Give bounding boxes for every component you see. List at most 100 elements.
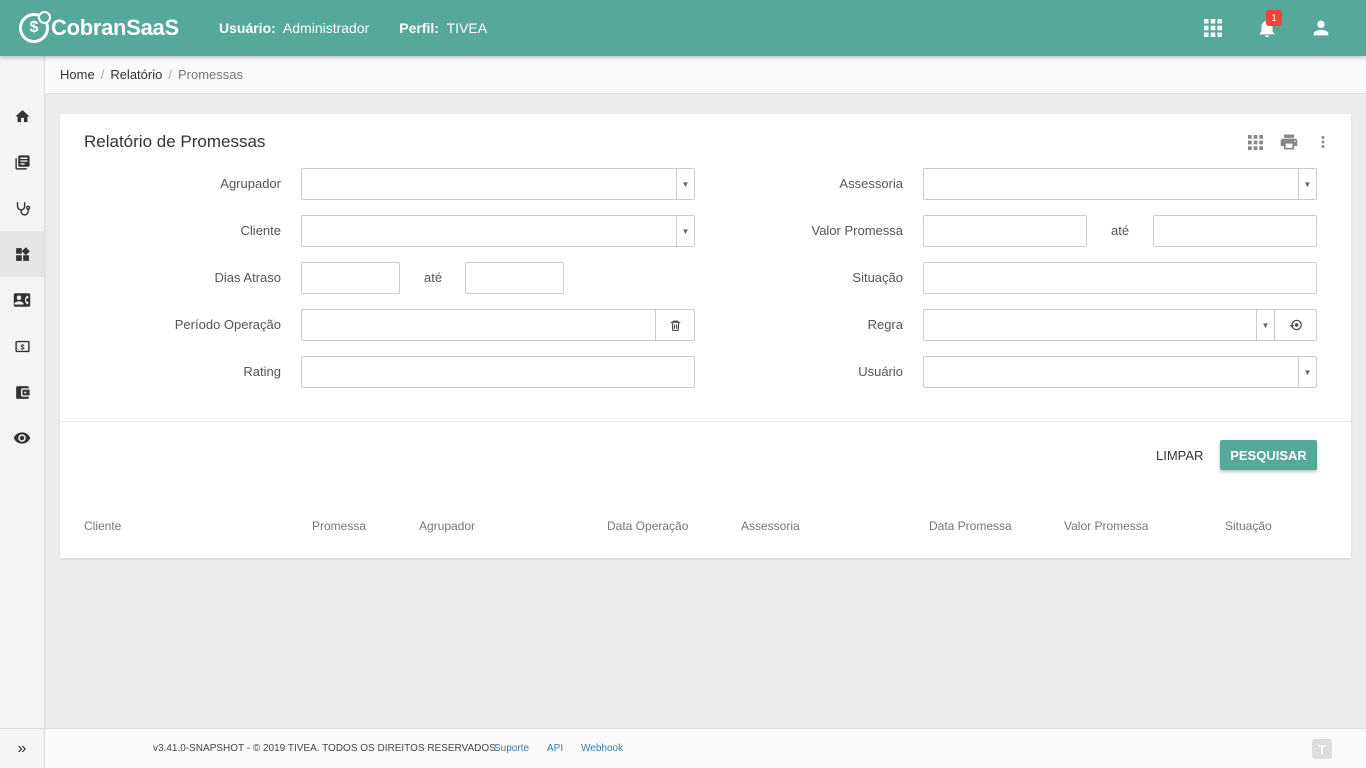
profile-value: TIVEA (446, 20, 488, 36)
situacao-label: Situação (852, 270, 903, 285)
double-chevron-right-icon: » (17, 739, 27, 757)
notification-badge: 1 (1266, 10, 1282, 26)
periodo-operacao-label: Período Operação (174, 317, 281, 332)
dashboard-widgets-icon (15, 246, 30, 261)
assessoria-select[interactable]: ▼ (923, 168, 1317, 200)
sidebar-expand-button[interactable]: » (0, 728, 44, 768)
brand-name: CobranSaaS (51, 15, 179, 40)
eye-icon (13, 432, 31, 444)
sidebar-item-library[interactable] (0, 139, 44, 185)
user-icon (1313, 20, 1329, 36)
periodo-operacao-input[interactable] (301, 309, 695, 341)
brand[interactable]: $ CobranSaaS (19, 11, 219, 43)
column-header-cliente[interactable]: Cliente (84, 519, 121, 533)
sidebar-item-home[interactable] (0, 93, 44, 139)
grid-icon (1247, 134, 1263, 150)
report-card: Relatório de Promessas Agrupador ▼ Clien… (60, 114, 1351, 558)
sidebar-item-wallet[interactable] (0, 369, 44, 415)
brand-logo-icon: $ (19, 11, 51, 43)
assessoria-label: Assessoria (839, 176, 903, 191)
dias-atraso-from-input[interactable] (301, 262, 400, 294)
footer-link-webhook[interactable]: Webhook (581, 743, 623, 754)
money-icon: $ (14, 340, 30, 352)
footer: v3.41.0-SNAPSHOT - © 2019 TIVEA. TODOS O… (45, 728, 1366, 768)
profile-info: Perfil: TIVEA (399, 20, 487, 36)
library-books-icon (14, 154, 30, 170)
chevron-down-icon: ▼ (676, 216, 694, 246)
footer-link-api[interactable]: API (547, 743, 563, 754)
clear-button[interactable]: LIMPAR (1148, 440, 1211, 470)
user-value: Administrador (282, 20, 370, 36)
wallet-icon (15, 385, 30, 399)
history-icon (1289, 319, 1302, 331)
sidebar-item-billing[interactable]: $ (0, 323, 44, 369)
card-actions (1243, 130, 1335, 154)
footer-logo-icon: T (1312, 739, 1332, 759)
valor-promessa-to-input[interactable] (1153, 215, 1317, 247)
regra-action-button[interactable] (1274, 310, 1316, 340)
top-bar: $ CobranSaaS Usuário: Administrador Perf… (0, 0, 1366, 56)
chevron-down-icon: ▼ (1256, 310, 1274, 340)
valor-promessa-from-input[interactable] (923, 215, 1087, 247)
stethoscope-icon (16, 201, 30, 216)
more-options-button[interactable] (1311, 130, 1335, 154)
sidebar-item-dashboard[interactable] (0, 231, 44, 277)
valor-promessa-label: Valor Promessa (811, 223, 903, 238)
print-icon (1280, 134, 1298, 150)
rating-input[interactable] (301, 356, 695, 388)
apps-button[interactable] (1186, 8, 1240, 48)
sidebar: $ » (0, 56, 45, 768)
trash-icon (670, 320, 680, 331)
breadcrumb-relatorio[interactable]: Relatório (110, 67, 162, 82)
column-header-agrupador[interactable]: Agrupador (419, 519, 475, 533)
top-actions: 1 (1186, 8, 1348, 48)
breadcrumb: Home / Relatório / Promessas (45, 56, 1366, 94)
usuario-label: Usuário (858, 364, 903, 379)
dias-atraso-label: Dias Atraso (214, 270, 281, 285)
agrupador-select[interactable]: ▼ (301, 168, 695, 200)
dias-atraso-ate-label: até (424, 270, 443, 285)
chevron-down-icon: ▼ (676, 169, 694, 199)
page-title: Relatório de Promessas (84, 132, 266, 151)
print-button[interactable] (1277, 130, 1301, 154)
valor-promessa-ate-label: até (1111, 223, 1130, 238)
breadcrumb-separator: / (100, 67, 105, 82)
usuario-select[interactable]: ▼ (923, 356, 1317, 388)
column-header-promessa[interactable]: Promessa (312, 519, 366, 533)
dias-atraso-to-input[interactable] (465, 262, 564, 294)
sidebar-item-contacts[interactable] (0, 277, 44, 323)
search-button[interactable]: PESQUISAR (1220, 440, 1317, 470)
sidebar-item-view[interactable] (0, 415, 44, 461)
copyright-text: v3.41.0-SNAPSHOT - © 2019 TIVEA. TODOS O… (153, 743, 499, 754)
column-header-assessoria[interactable]: Assessoria (741, 519, 800, 533)
home-icon (14, 109, 30, 122)
apps-grid-icon (1204, 19, 1222, 37)
column-header-valor-promessa[interactable]: Valor Promessa (1064, 519, 1148, 533)
sidebar-item-stethoscope[interactable] (0, 185, 44, 231)
regra-label: Regra (867, 317, 903, 332)
breadcrumb-current: Promessas (177, 67, 243, 82)
situacao-input[interactable] (923, 262, 1317, 294)
user-menu-button[interactable] (1294, 8, 1348, 48)
column-header-data-promessa[interactable]: Data Promessa (929, 519, 1012, 533)
contact-card-icon (13, 293, 31, 307)
more-vert-icon (1321, 136, 1325, 148)
form-divider (60, 421, 1351, 422)
regra-select[interactable]: ▼ (923, 309, 1317, 341)
notifications-button[interactable]: 1 (1240, 8, 1294, 48)
cliente-select[interactable]: ▼ (301, 215, 695, 247)
table-header: Cliente Promessa Agrupador Data Operação… (60, 519, 1351, 541)
column-header-data-operacao[interactable]: Data Operação (607, 519, 688, 533)
user-info: Usuário: Administrador (219, 20, 369, 36)
user-label: Usuário: (219, 20, 276, 36)
svg-text:$: $ (20, 343, 24, 351)
footer-link-suporte[interactable]: Suporte (494, 743, 529, 754)
agrupador-label: Agrupador (220, 176, 281, 191)
chevron-down-icon: ▼ (1298, 169, 1316, 199)
chevron-down-icon: ▼ (1298, 357, 1316, 387)
breadcrumb-home[interactable]: Home (60, 67, 95, 82)
columns-button[interactable] (1243, 130, 1267, 154)
column-header-situacao[interactable]: Situação (1225, 519, 1272, 533)
profile-label: Perfil: (399, 20, 439, 36)
clear-date-button[interactable] (655, 310, 694, 340)
